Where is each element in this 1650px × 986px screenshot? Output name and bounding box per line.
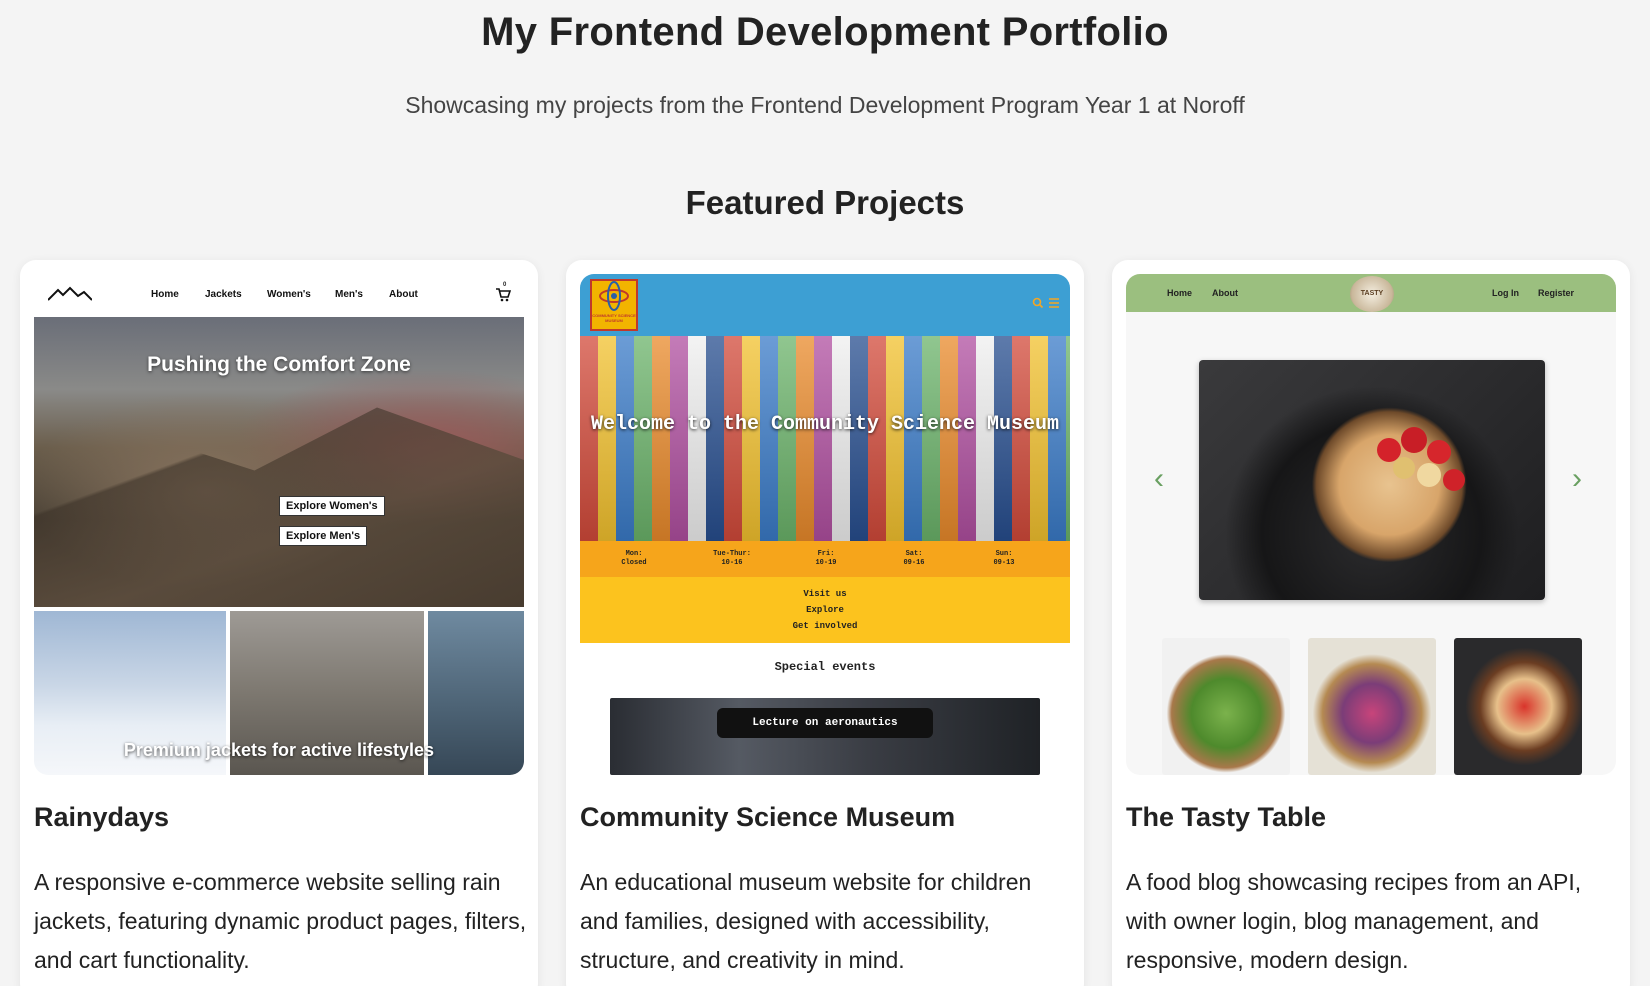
hours-time: 09-13 [993,559,1015,567]
project-title[interactable]: Community Science Museum [580,802,955,833]
preview-explore-womens-button: Explore Women's [279,496,385,516]
museum-logo-text: COMMUNITY SCIENCE MUSEUM [592,313,636,323]
preview-quick-links: Visit us Explore Get involved [580,577,1070,643]
project-card-museum[interactable]: COMMUNITY SCIENCE MUSEUM Welcome to the … [566,260,1084,986]
preview-link-get-involved: Get involved [792,621,858,631]
project-description: A food blog showcasing recipes from an A… [1126,869,1582,973]
chevron-left-icon: ‹ [1154,462,1164,495]
project-preview-rainydays[interactable]: Home Jackets Women's Men's About 0 Pushi… [34,274,524,775]
search-and-menu-icons [1032,296,1060,312]
preview-navbar: Home About TASTY Log In Register [1126,274,1616,312]
section-title: Featured Projects [685,184,965,221]
project-preview-tasty-table[interactable]: Home About TASTY Log In Register ‹ › [1126,274,1616,775]
preview-hero-title: Pushing the Comfort Zone [147,353,411,376]
preview-nav-home: Home [151,289,179,300]
project-description: An educational museum website for childr… [580,869,1032,973]
preview-nav-home: Home [1167,288,1193,298]
project-title[interactable]: Rainydays [34,802,169,833]
tasty-logo: TASTY [1350,276,1394,312]
preview-hero-title: Welcome to the Community Science Museum [590,413,1060,436]
hours-time: 10-19 [815,559,837,567]
project-preview-museum[interactable]: COMMUNITY SCIENCE MUSEUM Welcome to the … [580,274,1070,775]
project-card-rainydays[interactable]: Home Jackets Women's Men's About 0 Pushi… [20,260,538,986]
museum-logo: COMMUNITY SCIENCE MUSEUM [590,279,638,331]
preview-category-strip: Premium jackets for active lifestyles [34,611,524,775]
hours-monday: Mon: Closed [594,550,674,568]
preview-event-banner: Lecture on aeronautics [610,698,1040,775]
preview-nav-jackets: Jackets [205,289,242,300]
project-title[interactable]: The Tasty Table [1126,802,1326,833]
preview-carousel-image [1199,360,1545,600]
preview-thumbnail-pancakes [1454,638,1582,775]
hours-tue-thur: Tue-Thur: 10-16 [692,550,772,568]
page-title: My Frontend Development Portfolio [481,10,1169,54]
preview-link-visit: Visit us [803,589,847,599]
preview-nav-mens: Men's [335,289,363,300]
preview-hero-image: Pushing the Comfort Zone Explore Women's… [34,317,524,607]
opening-hours-bar: Mon: Closed Tue-Thur: 10-16 Fri: 10-19 Sat:… [580,541,1070,577]
preview-nav-login: Log In [1492,288,1519,298]
strawberries-illustration [1377,427,1465,491]
page-subtitle: Showcasing my projects from the Frontend… [405,92,1245,118]
hours-time: 10-16 [721,559,743,567]
project-card-tasty-table[interactable]: Home About TASTY Log In Register ‹ › The… [1112,260,1630,986]
cart-count: 0 [503,282,507,288]
preview-navbar: Home Jackets Women's Men's About 0 [34,274,524,317]
preview-thumbnail-salad [1162,638,1290,775]
hours-time: Closed [621,559,647,567]
preview-link-explore: Explore [806,605,844,615]
preview-nav-register: Register [1538,288,1575,298]
hours-saturday: Sat: 09-16 [874,550,954,568]
project-description: A responsive e-commerce website selling … [34,869,527,973]
chevron-right-icon: › [1572,462,1582,495]
mountain-logo-icon [47,286,93,307]
preview-thumbnail-smoothie-bowl [1308,638,1436,775]
preview-navbar: COMMUNITY SCIENCE MUSEUM [580,274,1070,336]
hours-sunday: Sun: 09-13 [964,550,1044,568]
hours-day: Sat: [905,550,923,558]
hours-day: Mon: [625,550,643,558]
cart-icon: 0 [495,282,512,307]
hours-time: 09-16 [903,559,925,567]
hours-day: Fri: [817,550,835,558]
preview-nav-womens: Women's [267,289,311,300]
preview-special-events-title: Special events [774,660,876,674]
preview-event-label: Lecture on aeronautics [717,708,933,738]
hours-friday: Fri: 10-19 [786,550,866,568]
hours-day: Sun: [995,550,1013,558]
preview-nav-about: About [1212,288,1238,298]
preview-hero-image: Welcome to the Community Science Museum [580,336,1070,541]
preview-explore-mens-button: Explore Men's [279,526,368,546]
preview-strip-caption: Premium jackets for active lifestyles [123,740,435,760]
preview-nav-about: About [389,289,418,300]
hours-day: Tue-Thur: [713,550,751,558]
